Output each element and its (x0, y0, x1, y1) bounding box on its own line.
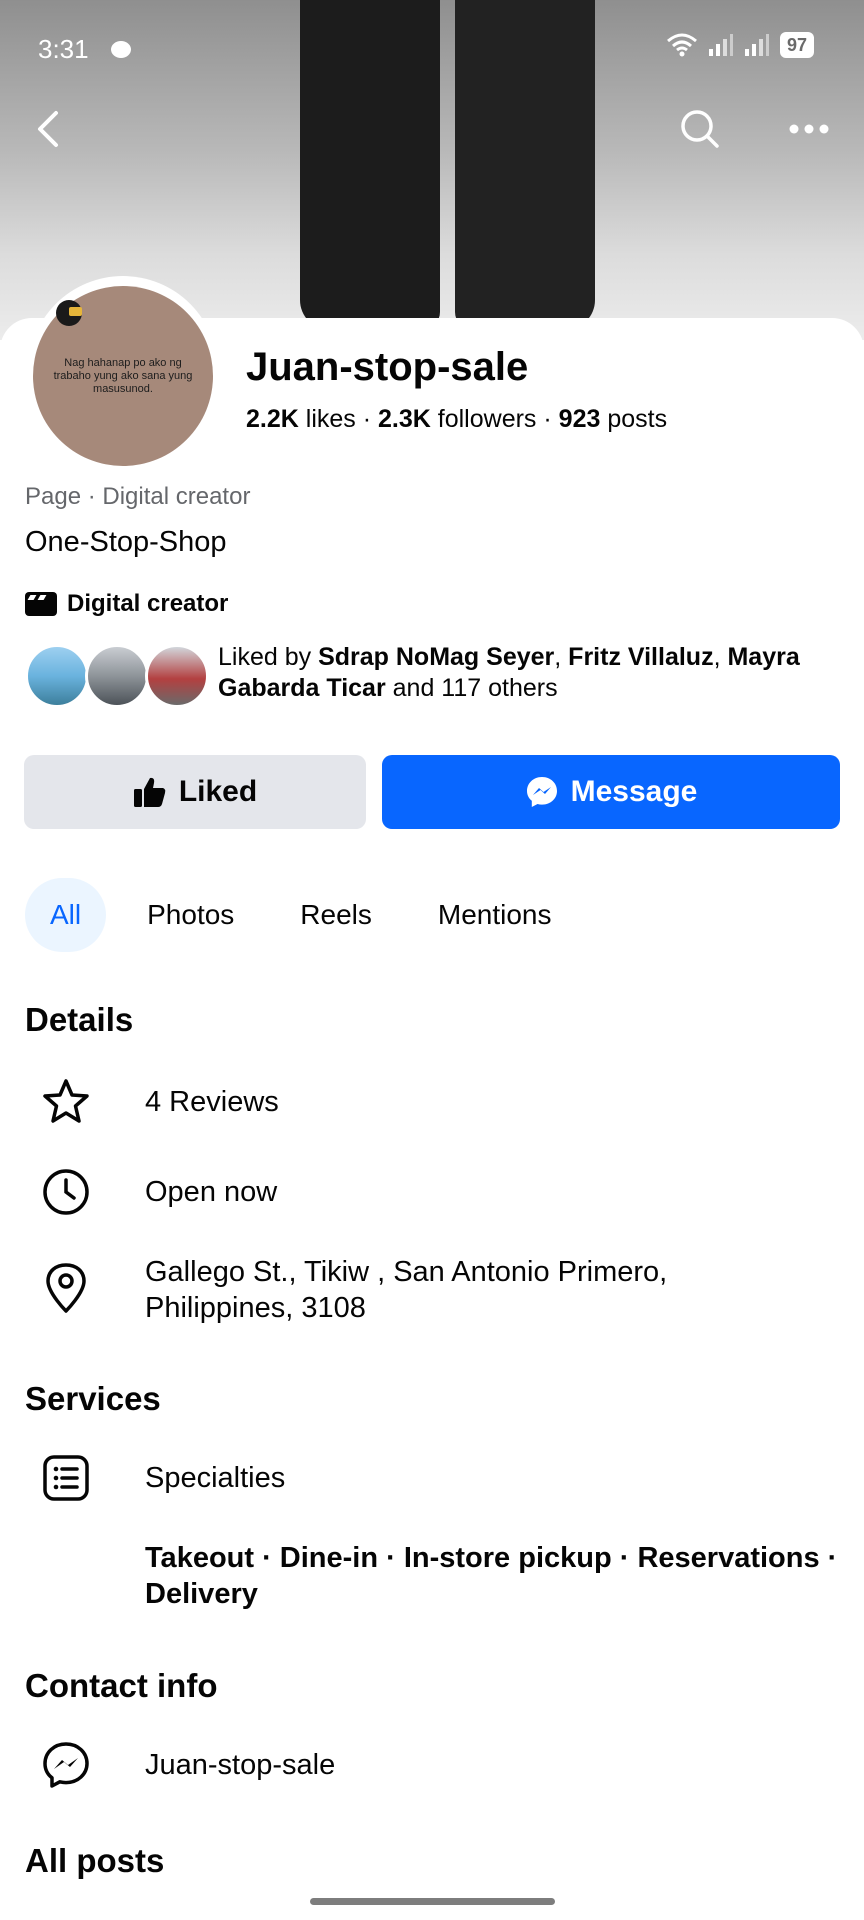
friend-avatar-2 (85, 644, 149, 708)
services-list: Takeout · Dine-in · In-store pickup · Re… (145, 1540, 837, 1612)
tab-mentions[interactable]: Mentions (413, 878, 577, 952)
address-line-1: Gallego St., Tikiw , San Antonio Primero… (145, 1256, 668, 1288)
message-button-label: Message (570, 775, 698, 808)
tab-photos[interactable]: Photos (122, 878, 259, 952)
reviews-row[interactable]: 4 Reviews (38, 1074, 838, 1130)
avatar-caption: Nag hahanap po ako ng trabaho yung ako s… (53, 356, 193, 395)
contact-messenger-row[interactable]: Juan-stop-sale (38, 1737, 838, 1793)
back-arrow-icon (38, 111, 58, 147)
liked-button[interactable]: Liked (24, 755, 366, 829)
stats-separator: · (543, 405, 552, 433)
signal-icon-1 (708, 34, 733, 56)
liked-by-name: Fritz Villaluz (568, 643, 714, 671)
followers-count[interactable]: 2.3K (378, 405, 431, 433)
home-indicator[interactable] (310, 1898, 555, 1905)
messenger-outline-icon (43, 1742, 89, 1788)
friend-avatar-3 (145, 644, 209, 708)
liked-by-row[interactable]: Liked by Sdrap NoMag Seyer, Fritz Villal… (25, 642, 845, 722)
services-heading: Services (25, 1380, 161, 1417)
creator-category-label: Digital creator (67, 590, 229, 617)
avatar-sticker-icon (56, 300, 82, 326)
star-icon (43, 1079, 89, 1123)
back-button[interactable] (24, 105, 72, 153)
address-row[interactable]: Gallego St., Tikiw , San Antonio Primero… (38, 1254, 838, 1326)
clapperboard-icon (25, 592, 57, 616)
page-category: Page · Digital creator (25, 483, 251, 510)
search-icon (681, 110, 719, 148)
battery-indicator: 97 (779, 32, 814, 58)
address-text: Gallego St., Tikiw , San Antonio Primero… (145, 1254, 667, 1326)
liked-button-label: Liked (178, 775, 258, 808)
all-posts-heading: All posts (25, 1842, 165, 1879)
contact-heading: Contact info (25, 1667, 218, 1704)
services-list-line-2: Delivery (145, 1578, 258, 1610)
more-dots-icon (789, 124, 829, 134)
hours-text: Open now (145, 1176, 278, 1208)
profile-tabs: All Photos Reels Mentions (25, 878, 577, 952)
liked-by-prefix: Liked by (218, 643, 312, 671)
specialties-label: Specialties (145, 1462, 286, 1494)
contact-messenger-text: Juan-stop-sale (145, 1749, 336, 1781)
page-title: Juan-stop-sale (246, 345, 529, 389)
friend-avatar-1 (25, 644, 89, 708)
followers-label[interactable]: followers (438, 405, 537, 433)
page-bio: One-Stop-Shop (25, 526, 227, 558)
signal-icon-2 (744, 34, 769, 56)
reviews-text: 4 Reviews (145, 1086, 279, 1118)
messenger-icon (526, 777, 557, 807)
likes-count: 2.2K (246, 405, 299, 433)
stats-separator: · (362, 405, 372, 433)
profile-stats: 2.2K likes · 2.3K followers · 923 posts (246, 402, 667, 436)
posts-label: posts (607, 405, 668, 433)
clock-icon (43, 1169, 89, 1215)
services-list-row: Takeout · Dine-in · In-store pickup · Re… (38, 1540, 838, 1612)
message-button[interactable]: Message (382, 755, 840, 829)
liked-by-suffix: and 117 others (392, 674, 558, 702)
status-bar: 3:31 97 (0, 0, 864, 100)
liked-by-text: Liked by Sdrap NoMag Seyer, Fritz Villal… (218, 643, 800, 702)
likes-label: likes (305, 405, 356, 433)
more-options-button[interactable] (785, 105, 833, 153)
tab-all[interactable]: All (25, 878, 107, 952)
top-navigation (0, 95, 864, 165)
location-pin-icon (46, 1263, 86, 1313)
services-list-line-1: Takeout · Dine-in · In-store pickup · Re… (145, 1542, 838, 1574)
posts-count: 923 (558, 405, 601, 433)
address-line-2: Philippines, 3108 (145, 1292, 366, 1324)
search-button[interactable] (676, 105, 724, 153)
status-time: 3:31 (38, 34, 89, 64)
tab-reels[interactable]: Reels (275, 878, 397, 952)
wifi-icon (666, 33, 697, 57)
creator-category-row: Digital creator (25, 590, 228, 618)
thumbs-up-icon (133, 777, 166, 807)
details-heading: Details (25, 1001, 134, 1038)
specialties-row: Specialties (38, 1450, 838, 1506)
hours-row[interactable]: Open now (38, 1164, 838, 1220)
liked-by-name: Sdrap NoMag Seyer (318, 643, 555, 671)
list-icon (43, 1455, 89, 1501)
notification-icon (111, 41, 131, 58)
